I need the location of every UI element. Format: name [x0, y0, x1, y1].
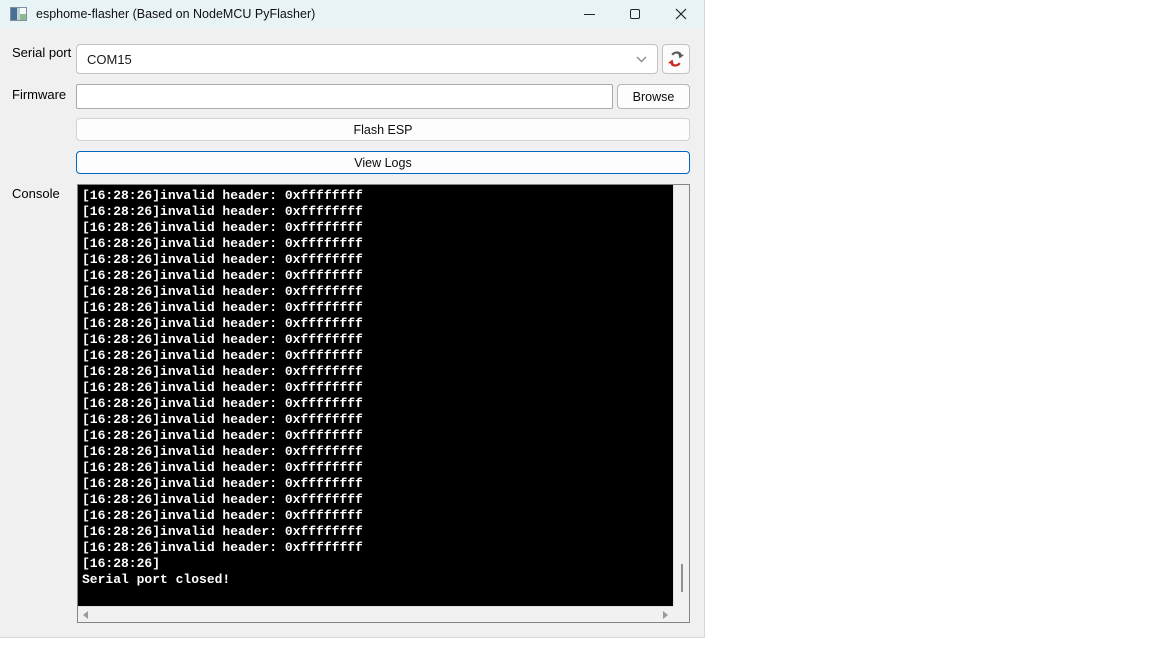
console-output[interactable]: [16:28:26]invalid header: 0xffffffff [16:… — [78, 185, 673, 606]
close-button[interactable] — [658, 0, 704, 28]
app-window: esphome-flasher (Based on NodeMCU PyFlas… — [0, 0, 705, 638]
console-line: [16:28:26]invalid header: 0xffffffff — [82, 460, 363, 475]
console-line: Serial port closed! — [82, 572, 231, 587]
console-line: [16:28:26]invalid header: 0xffffffff — [82, 204, 363, 219]
console-line: [16:28:26]invalid header: 0xffffffff — [82, 236, 363, 251]
app-icon — [10, 7, 27, 21]
console-line: [16:28:26]invalid header: 0xffffffff — [82, 412, 363, 427]
refresh-ports-button[interactable] — [662, 44, 690, 74]
vertical-scrollbar-thumb[interactable] — [681, 564, 683, 592]
console-widget: [16:28:26]invalid header: 0xffffffff [16:… — [77, 184, 690, 623]
console-line: [16:28:26]invalid header: 0xffffffff — [82, 364, 363, 379]
desktop: esphome-flasher (Based on NodeMCU PyFlas… — [0, 0, 1152, 648]
firmware-input[interactable] — [76, 84, 613, 109]
minimize-icon — [583, 13, 595, 15]
console-line: [16:28:26]invalid header: 0xffffffff — [82, 268, 363, 283]
serial-port-value: COM15 — [87, 51, 132, 67]
console-line: [16:28:26]invalid header: 0xffffffff — [82, 188, 363, 203]
console-line: [16:28:26]invalid header: 0xffffffff — [82, 316, 363, 331]
console-vertical-scrollbar[interactable] — [673, 185, 689, 606]
console-line: [16:28:26]invalid header: 0xffffffff — [82, 300, 363, 315]
chevron-down-icon — [636, 56, 647, 62]
scroll-left-arrow-icon[interactable] — [83, 611, 88, 619]
console-line: [16:28:26]invalid header: 0xffffffff — [82, 284, 363, 299]
console-line: [16:28:26]invalid header: 0xffffffff — [82, 380, 363, 395]
console-line: [16:28:26]invalid header: 0xffffffff — [82, 220, 363, 235]
console-line: [16:28:26]invalid header: 0xffffffff — [82, 540, 363, 555]
console-line: [16:28:26]invalid header: 0xffffffff — [82, 476, 363, 491]
serial-port-combobox[interactable]: COM15 — [76, 44, 658, 74]
window-controls — [566, 0, 704, 28]
console-line: [16:28:26]invalid header: 0xffffffff — [82, 444, 363, 459]
flash-esp-button[interactable]: Flash ESP — [76, 118, 690, 141]
console-line: [16:28:26]invalid header: 0xffffffff — [82, 428, 363, 443]
window-title: esphome-flasher (Based on NodeMCU PyFlas… — [36, 7, 316, 21]
serial-port-label: Serial port — [12, 45, 72, 60]
view-logs-button[interactable]: View Logs — [76, 151, 690, 174]
console-line: [16:28:26]invalid header: 0xffffffff — [82, 492, 363, 507]
scroll-right-arrow-icon[interactable] — [663, 611, 668, 619]
titlebar: esphome-flasher (Based on NodeMCU PyFlas… — [0, 0, 704, 28]
console-line: [16:28:26]invalid header: 0xffffffff — [82, 524, 363, 539]
maximize-button[interactable] — [612, 0, 658, 28]
refresh-icon — [668, 51, 684, 67]
firmware-label: Firmware — [12, 87, 67, 102]
browse-button[interactable]: Browse — [617, 84, 690, 109]
maximize-icon — [630, 9, 640, 19]
console-line: [16:28:26]invalid header: 0xffffffff — [82, 332, 363, 347]
console-line: [16:28:26]invalid header: 0xffffffff — [82, 348, 363, 363]
minimize-button[interactable] — [566, 0, 612, 28]
console-line: [16:28:26]invalid header: 0xffffffff — [82, 396, 363, 411]
console-label: Console — [12, 186, 60, 201]
console-line: [16:28:26]invalid header: 0xffffffff — [82, 508, 363, 523]
console-line: [16:28:26] — [82, 556, 161, 571]
console-line: [16:28:26]invalid header: 0xffffffff — [82, 252, 363, 267]
console-horizontal-scrollbar[interactable] — [78, 606, 673, 622]
scrollbar-corner — [673, 606, 689, 622]
close-icon — [675, 8, 687, 20]
